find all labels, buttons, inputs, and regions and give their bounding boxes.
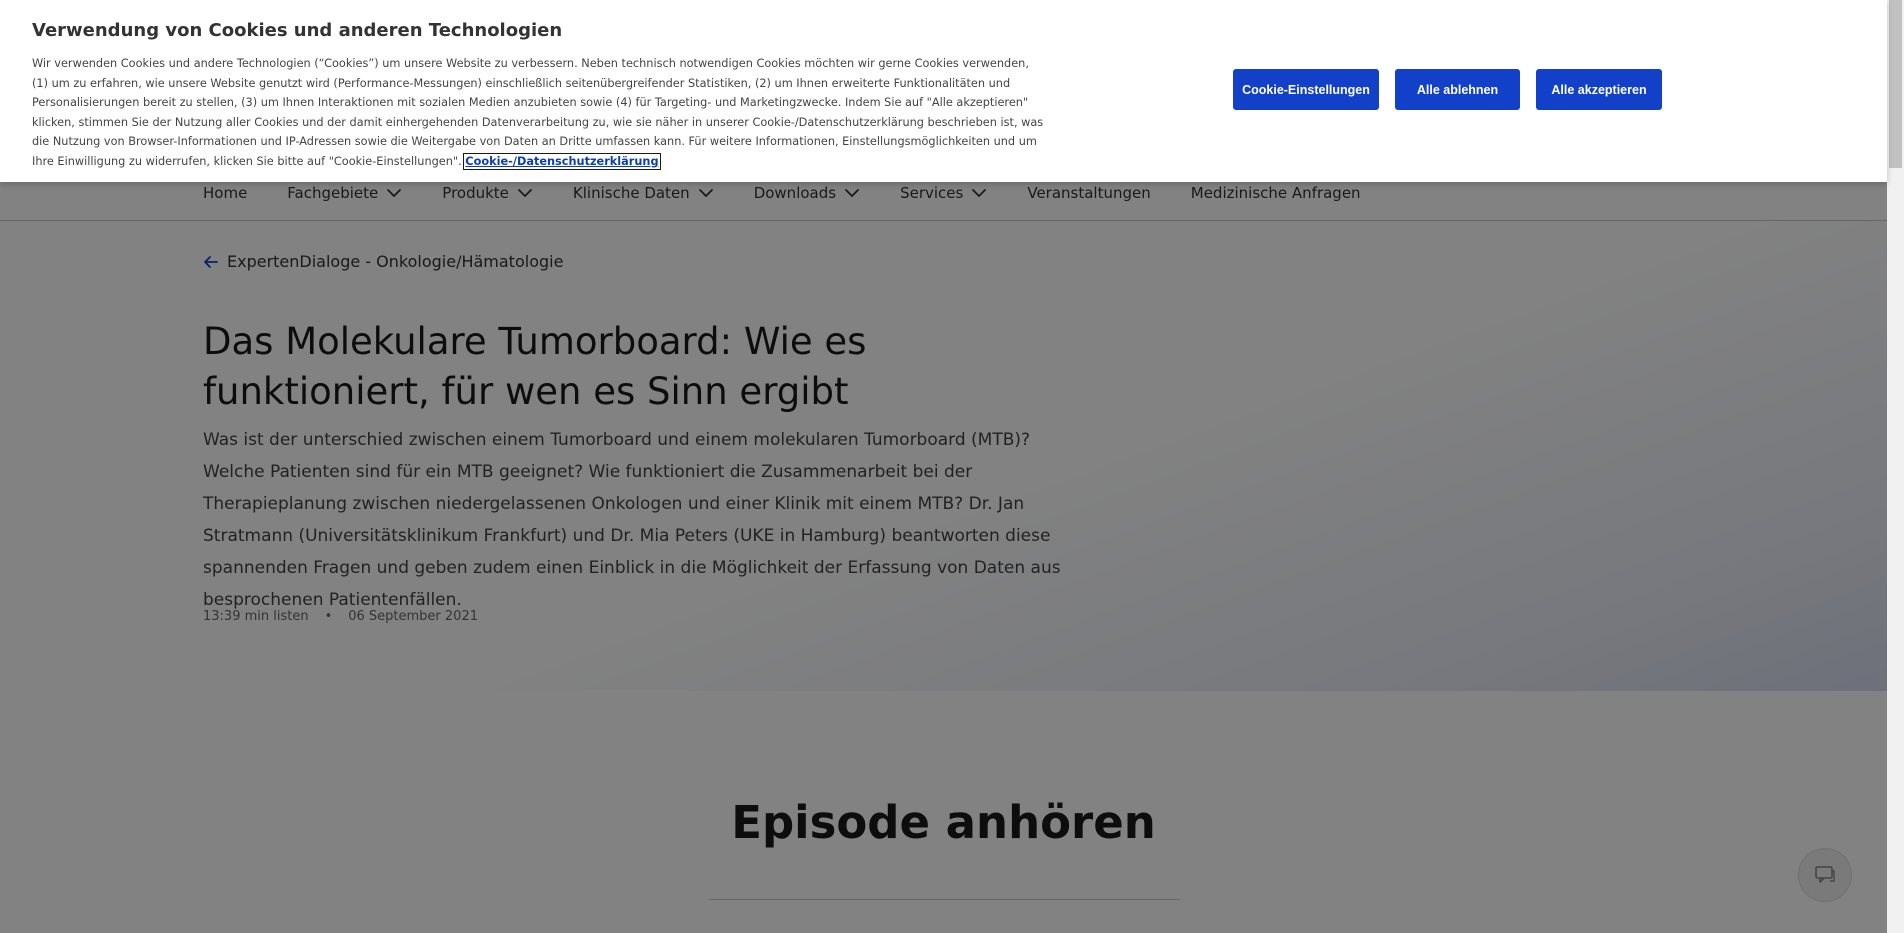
cookie-banner-body: Wir verwenden Cookies und andere Technol…	[32, 57, 1044, 168]
scrollbar-thumb[interactable]	[1889, 0, 1902, 168]
cookie-banner-title: Verwendung von Cookies und anderen Techn…	[32, 20, 563, 41]
cookie-banner: Verwendung von Cookies und anderen Techn…	[0, 0, 1887, 182]
accept-all-button[interactable]: Alle akzeptieren	[1536, 69, 1662, 110]
privacy-policy-link[interactable]: Cookie-/Datenschutzerklärung	[463, 152, 661, 170]
reject-all-button[interactable]: Alle ablehnen	[1395, 69, 1520, 110]
scrollbar[interactable]	[1887, 0, 1904, 933]
cookie-settings-button[interactable]: Cookie-Einstellungen	[1233, 69, 1379, 110]
cookie-banner-text: Wir verwenden Cookies und andere Technol…	[32, 54, 1044, 172]
